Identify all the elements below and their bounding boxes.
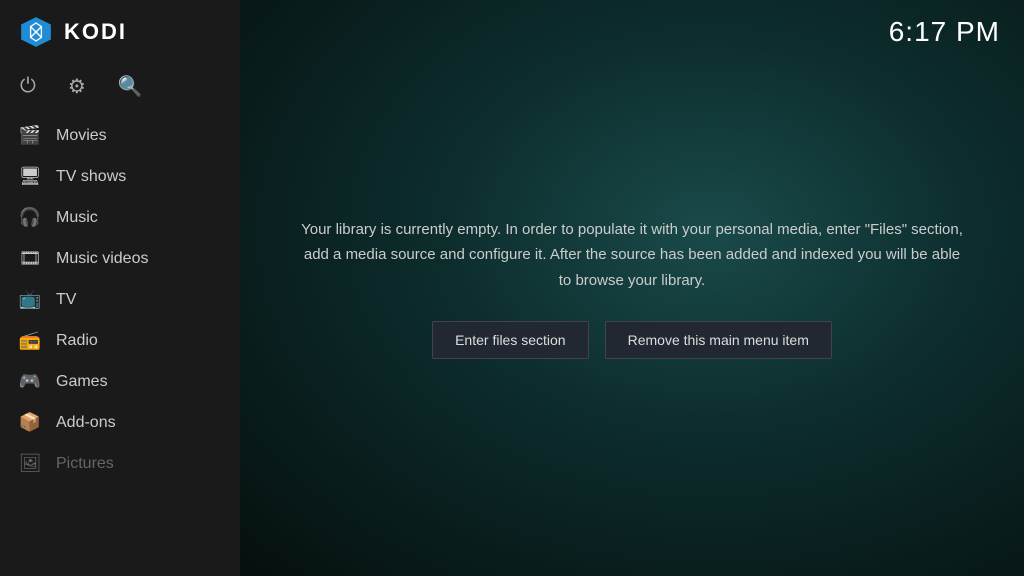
- clock-display: 6:17 PM: [889, 16, 1000, 48]
- kodi-logo-icon: [18, 14, 54, 50]
- settings-icon[interactable]: ⚙: [68, 74, 86, 99]
- pictures-icon: 🖼: [18, 453, 42, 474]
- app-header: KODI: [0, 0, 240, 64]
- toolbar: ⏻ ⚙ 🔍: [0, 64, 240, 115]
- sidebar-item-movies[interactable]: 🎬 Movies: [0, 115, 240, 156]
- games-icon: 🎮: [18, 371, 42, 392]
- center-panel: Your library is currently empty. In orde…: [240, 0, 1024, 576]
- radio-icon: 📻: [18, 330, 42, 351]
- action-buttons: Enter files section Remove this main men…: [432, 321, 832, 359]
- sidebar-item-radio[interactable]: 📻 Radio: [0, 320, 240, 361]
- main-content: 6:17 PM Your library is currently empty.…: [240, 0, 1024, 576]
- tv-shows-icon: 🖥: [18, 166, 42, 187]
- power-icon[interactable]: ⏻: [20, 75, 36, 98]
- sidebar: KODI ⏻ ⚙ 🔍 🎬 Movies 🖥 TV shows 🎧 Music 🎞…: [0, 0, 240, 576]
- search-icon[interactable]: 🔍: [118, 74, 143, 99]
- sidebar-item-label: Music: [56, 209, 98, 227]
- music-videos-icon: 🎞: [18, 248, 42, 269]
- music-icon: 🎧: [18, 207, 42, 228]
- sidebar-item-label: Pictures: [56, 455, 114, 473]
- sidebar-item-tv-shows[interactable]: 🖥 TV shows: [0, 156, 240, 197]
- sidebar-item-label: Music videos: [56, 250, 148, 268]
- sidebar-item-add-ons[interactable]: 📦 Add-ons: [0, 402, 240, 443]
- sidebar-item-label: Movies: [56, 127, 107, 145]
- sidebar-item-label: Add-ons: [56, 414, 116, 432]
- main-nav: 🎬 Movies 🖥 TV shows 🎧 Music 🎞 Music vide…: [0, 115, 240, 576]
- sidebar-item-music-videos[interactable]: 🎞 Music videos: [0, 238, 240, 279]
- sidebar-item-label: TV shows: [56, 168, 126, 186]
- add-ons-icon: 📦: [18, 412, 42, 433]
- app-title: KODI: [64, 19, 127, 45]
- sidebar-item-pictures[interactable]: 🖼 Pictures: [0, 443, 240, 484]
- sidebar-item-tv[interactable]: 📺 TV: [0, 279, 240, 320]
- enter-files-section-button[interactable]: Enter files section: [432, 321, 589, 359]
- sidebar-item-music[interactable]: 🎧 Music: [0, 197, 240, 238]
- remove-menu-item-button[interactable]: Remove this main menu item: [605, 321, 832, 359]
- sidebar-item-label: TV: [56, 291, 76, 309]
- sidebar-item-label: Radio: [56, 332, 98, 350]
- library-empty-message: Your library is currently empty. In orde…: [300, 217, 964, 294]
- tv-icon: 📺: [18, 289, 42, 310]
- sidebar-item-games[interactable]: 🎮 Games: [0, 361, 240, 402]
- movies-icon: 🎬: [18, 125, 42, 146]
- sidebar-item-label: Games: [56, 373, 108, 391]
